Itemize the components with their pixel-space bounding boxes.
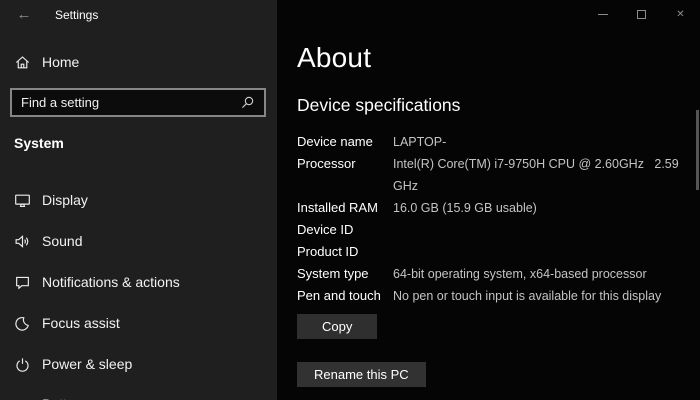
sidebar-item-label: Battery [42, 396, 86, 400]
spec-row-device-name: Device name LAPTOP- [297, 131, 689, 153]
spec-label: Installed RAM [297, 200, 378, 215]
app-title: Settings [55, 8, 99, 22]
search-box[interactable] [10, 88, 266, 117]
section-title: Device specifications [297, 95, 461, 115]
sidebar-item-label: Focus assist [42, 315, 120, 331]
sidebar-item-sound[interactable]: Sound [0, 227, 277, 255]
spec-label: Product ID [297, 244, 359, 259]
maximize-button[interactable] [622, 0, 661, 28]
search-icon [240, 95, 255, 110]
spec-row-product-id: Product ID [297, 241, 689, 263]
spec-label: Device ID [297, 222, 354, 237]
sidebar-item-battery[interactable]: Battery [0, 390, 277, 400]
sidebar: ← Settings Home System [0, 0, 277, 400]
spec-value: 16.0 GB (15.9 GB usable) [393, 201, 537, 215]
spec-value: Intel(R) Core(TM) i7-9750H CPU @ 2.60GHz… [393, 157, 683, 193]
sidebar-item-label: Home [42, 54, 80, 70]
device-specifications-list: Device name LAPTOP- Processor Intel(R) C… [297, 131, 689, 307]
focus-assist-icon [14, 315, 31, 332]
spec-value: LAPTOP- [393, 135, 447, 149]
spec-value: 64-bit operating system, x64-based proce… [393, 267, 647, 281]
close-button[interactable]: ✕ [661, 0, 700, 28]
titlebar: ← Settings [0, 0, 277, 30]
spec-row-system-type: System type 64-bit operating system, x64… [297, 263, 689, 285]
sidebar-item-home[interactable]: Home [0, 48, 277, 76]
spec-row-device-id: Device ID [297, 219, 689, 241]
sound-icon [14, 233, 31, 250]
sidebar-item-notifications[interactable]: Notifications & actions [0, 268, 277, 296]
minimize-button[interactable] [583, 0, 622, 28]
spec-label: Pen and touch [297, 288, 381, 303]
settings-window: ← Settings Home System [0, 0, 700, 400]
sidebar-item-label: Sound [42, 233, 83, 249]
home-icon [14, 54, 31, 71]
maximize-icon [637, 9, 646, 19]
search-input[interactable] [12, 90, 240, 115]
sidebar-section-title: System [14, 135, 64, 151]
spec-value: No pen or touch input is available for t… [393, 289, 662, 303]
notifications-icon [14, 274, 31, 291]
content-pane: ✕ About Device specifications Device nam… [277, 0, 700, 400]
rename-this-pc-button[interactable]: Rename this PC [297, 362, 426, 387]
back-icon[interactable]: ← [12, 3, 36, 27]
spec-row-installed-ram: Installed RAM 16.0 GB (15.9 GB usable) [297, 197, 689, 219]
window-controls: ✕ [583, 0, 700, 28]
display-icon [14, 192, 31, 209]
sidebar-item-focus-assist[interactable]: Focus assist [0, 309, 277, 337]
sidebar-item-power-sleep[interactable]: Power & sleep [0, 350, 277, 378]
copy-button[interactable]: Copy [297, 314, 378, 339]
close-icon: ✕ [676, 8, 685, 20]
vertical-scrollbar[interactable] [696, 110, 699, 190]
spec-label: System type [297, 266, 369, 281]
page-title: About [297, 42, 372, 73]
power-icon [14, 356, 31, 373]
spec-row-pen-and-touch: Pen and touch No pen or touch input is a… [297, 285, 689, 307]
minimize-icon [597, 13, 608, 15]
spec-label: Device name [297, 134, 373, 149]
sidebar-item-display[interactable]: Display [0, 186, 277, 214]
sidebar-item-label: Power & sleep [42, 356, 133, 372]
spec-label: Processor [297, 156, 356, 171]
sidebar-item-label: Display [42, 192, 88, 208]
spec-row-processor: Processor Intel(R) Core(TM) i7-9750H CPU… [297, 153, 689, 197]
sidebar-item-label: Notifications & actions [42, 274, 180, 290]
battery-icon [14, 396, 31, 400]
